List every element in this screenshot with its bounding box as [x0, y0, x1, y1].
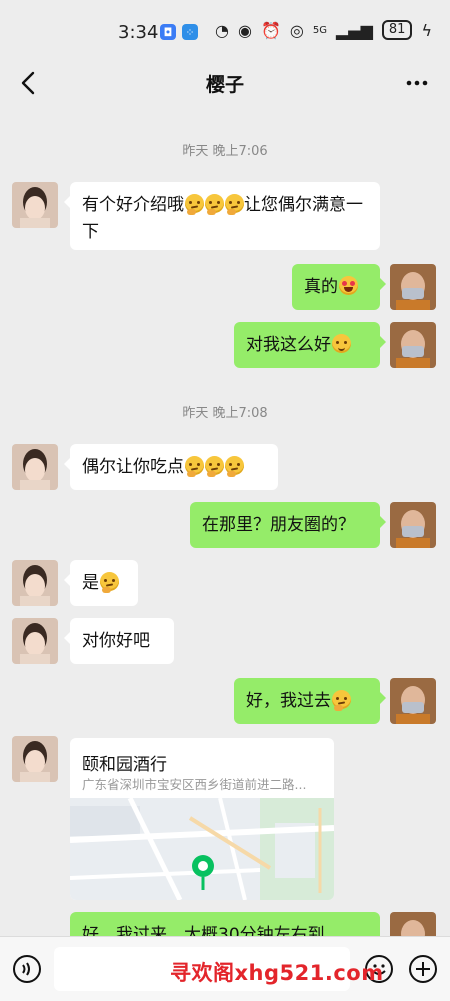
- contact-avatar[interactable]: [12, 736, 58, 782]
- blush-emoji-icon: [332, 334, 351, 353]
- contact-avatar[interactable]: [12, 444, 58, 490]
- app-notification-icon: ◘: [160, 24, 176, 40]
- my-avatar[interactable]: [390, 264, 436, 310]
- message-text: 真的: [304, 277, 338, 297]
- message-bubble-received[interactable]: 是: [64, 560, 138, 606]
- message-bubble-sent[interactable]: 在那里？朋友圈的？: [190, 502, 386, 548]
- thinking-emoji-icon: [225, 194, 244, 215]
- thinking-emoji-icon: [205, 194, 224, 215]
- voice-input-icon[interactable]: [12, 954, 42, 984]
- message-text: 对你好吧: [82, 631, 150, 651]
- my-avatar[interactable]: [390, 678, 436, 724]
- message-bubble-sent[interactable]: 好，我过去: [234, 678, 386, 724]
- message-bubble-sent[interactable]: 对我这么好: [234, 322, 386, 368]
- heart-eyes-emoji-icon: [339, 276, 358, 295]
- hotspot-icon: ◎: [289, 20, 304, 40]
- location-card[interactable]: 颐和园酒行 广东省深圳市宝安区西乡街道前进二路...: [70, 738, 334, 900]
- message-timestamp: 昨天 晚上7:06: [182, 144, 268, 159]
- status-icons: ◔ ◉ ⏰ ◎ 5G ▂▄▆ 81 ϟ: [215, 20, 432, 40]
- alarm-icon: ⏰: [260, 20, 281, 40]
- speed-icon: ◔: [215, 20, 229, 40]
- location-address: 广东省深圳市宝安区西乡街道前进二路...: [82, 777, 307, 792]
- status-bar: 3:34 ◘ ⁘ ◔ ◉ ⏰ ◎ 5G ▂▄▆ 81 ϟ: [0, 0, 450, 60]
- message-bubble-received[interactable]: 偶尔让你吃点: [64, 444, 278, 490]
- thinking-emoji-icon: [185, 456, 204, 477]
- message-text: 好，我过去: [246, 691, 331, 711]
- my-avatar[interactable]: [390, 322, 436, 368]
- contact-avatar[interactable]: [12, 560, 58, 606]
- more-functions-icon[interactable]: [408, 954, 438, 984]
- network-label: 5G: [312, 24, 327, 36]
- my-avatar[interactable]: [390, 502, 436, 548]
- signal-icon: ▂▄▆: [335, 20, 373, 40]
- message-bubble-sent[interactable]: 真的: [292, 264, 386, 310]
- thinking-emoji-icon: [225, 456, 244, 477]
- location-map[interactable]: [70, 798, 334, 900]
- message-text: 是: [82, 573, 99, 593]
- eye-icon: ◉: [237, 20, 252, 40]
- message-text: 在那里？朋友圈的？: [202, 515, 355, 535]
- chat-title: 樱子: [205, 74, 244, 96]
- thinking-emoji-icon: [185, 194, 204, 215]
- thinking-emoji-icon: [100, 572, 119, 593]
- location-name: 颐和园酒行: [82, 755, 167, 775]
- more-options-icon[interactable]: [404, 70, 430, 96]
- contact-avatar[interactable]: [12, 618, 58, 664]
- thinking-emoji-icon: [332, 690, 351, 711]
- contact-avatar[interactable]: [12, 182, 58, 228]
- chat-header: 樱子: [0, 60, 450, 108]
- watermark-text: 寻欢阁xhg521.com: [170, 961, 384, 985]
- message-bubble-received[interactable]: 对你好吧: [64, 618, 174, 664]
- message-timestamp: 昨天 晚上7:08: [182, 406, 268, 421]
- message-bubble-received[interactable]: 有个好介绍哦 让您偶尔满意一下: [64, 182, 380, 250]
- message-text: 有个好介绍哦: [82, 195, 184, 215]
- thinking-emoji-icon: [205, 456, 224, 477]
- message-text: 偶尔让你吃点: [82, 457, 184, 477]
- message-text: 对我这么好: [246, 335, 331, 355]
- status-time: 3:34: [118, 22, 159, 43]
- app-grid-icon: ⁘: [182, 24, 198, 40]
- charging-icon: ϟ: [421, 20, 432, 40]
- battery-level: 81: [381, 20, 413, 40]
